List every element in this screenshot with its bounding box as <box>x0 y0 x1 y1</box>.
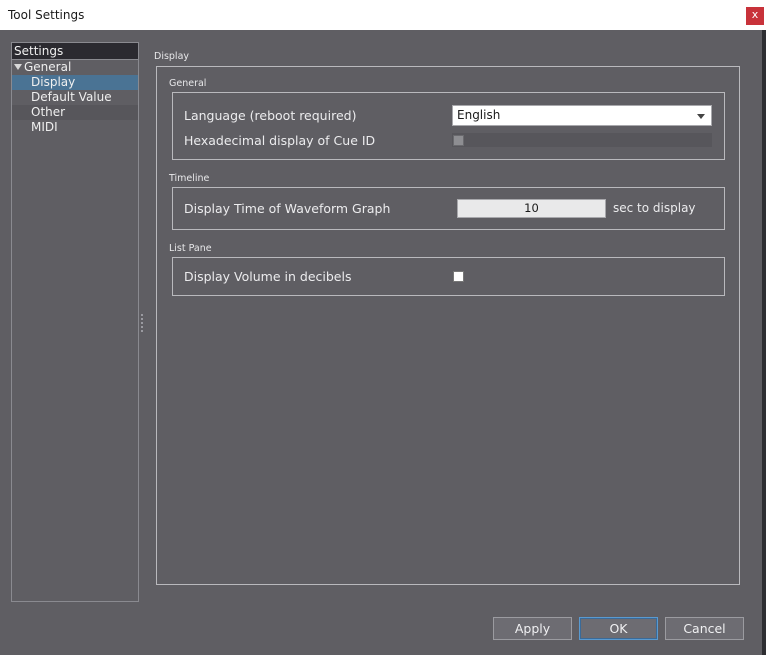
hex-cue-id-label: Hexadecimal display of Cue ID <box>184 133 376 148</box>
tree-item-label: Default Value <box>31 90 112 104</box>
hex-cue-id-row <box>452 133 712 147</box>
tree-item-label: Other <box>31 105 66 119</box>
tree-item-display[interactable]: Display <box>12 75 138 90</box>
tree-item-other[interactable]: Other <box>12 105 138 120</box>
section-title-display: Display <box>154 51 190 62</box>
tree-item-default-value[interactable]: Default Value <box>12 90 138 105</box>
tree-item-label: MIDI <box>31 120 58 134</box>
waveform-time-input[interactable]: 10 <box>457 199 606 218</box>
general-group <box>172 92 725 160</box>
close-button[interactable]: x <box>746 7 764 25</box>
window-edge <box>762 30 766 655</box>
language-value: English <box>457 108 501 122</box>
language-label: Language (reboot required) <box>184 108 357 123</box>
group-label-list-pane: List Pane <box>169 243 212 254</box>
waveform-time-label: Display Time of Waveform Graph <box>184 201 391 216</box>
waveform-time-unit: sec to display <box>613 201 696 215</box>
group-label-timeline: Timeline <box>169 173 210 184</box>
settings-tree: Settings General Display Default Value O… <box>11 42 139 602</box>
splitter-handle[interactable] <box>141 314 145 332</box>
tree-header: Settings <box>12 43 138 60</box>
tree-group-label: General <box>24 60 72 74</box>
tree-group-general[interactable]: General <box>12 60 138 75</box>
title-bar: Tool Settings x <box>0 0 766 30</box>
chevron-down-icon <box>697 114 705 119</box>
tree-item-label: Display <box>31 75 76 89</box>
language-select[interactable]: English <box>452 105 712 126</box>
cancel-button[interactable]: Cancel <box>665 617 744 640</box>
volume-decibels-checkbox[interactable] <box>453 271 464 282</box>
expand-triangle-icon[interactable] <box>14 64 22 70</box>
window-title: Tool Settings <box>8 8 85 22</box>
hex-cue-id-checkbox[interactable] <box>453 135 464 146</box>
volume-decibels-label: Display Volume in decibels <box>184 269 352 284</box>
tree-item-midi[interactable]: MIDI <box>12 120 138 135</box>
apply-button[interactable]: Apply <box>493 617 572 640</box>
ok-button[interactable]: OK <box>579 617 658 640</box>
group-label-general: General <box>169 78 207 89</box>
